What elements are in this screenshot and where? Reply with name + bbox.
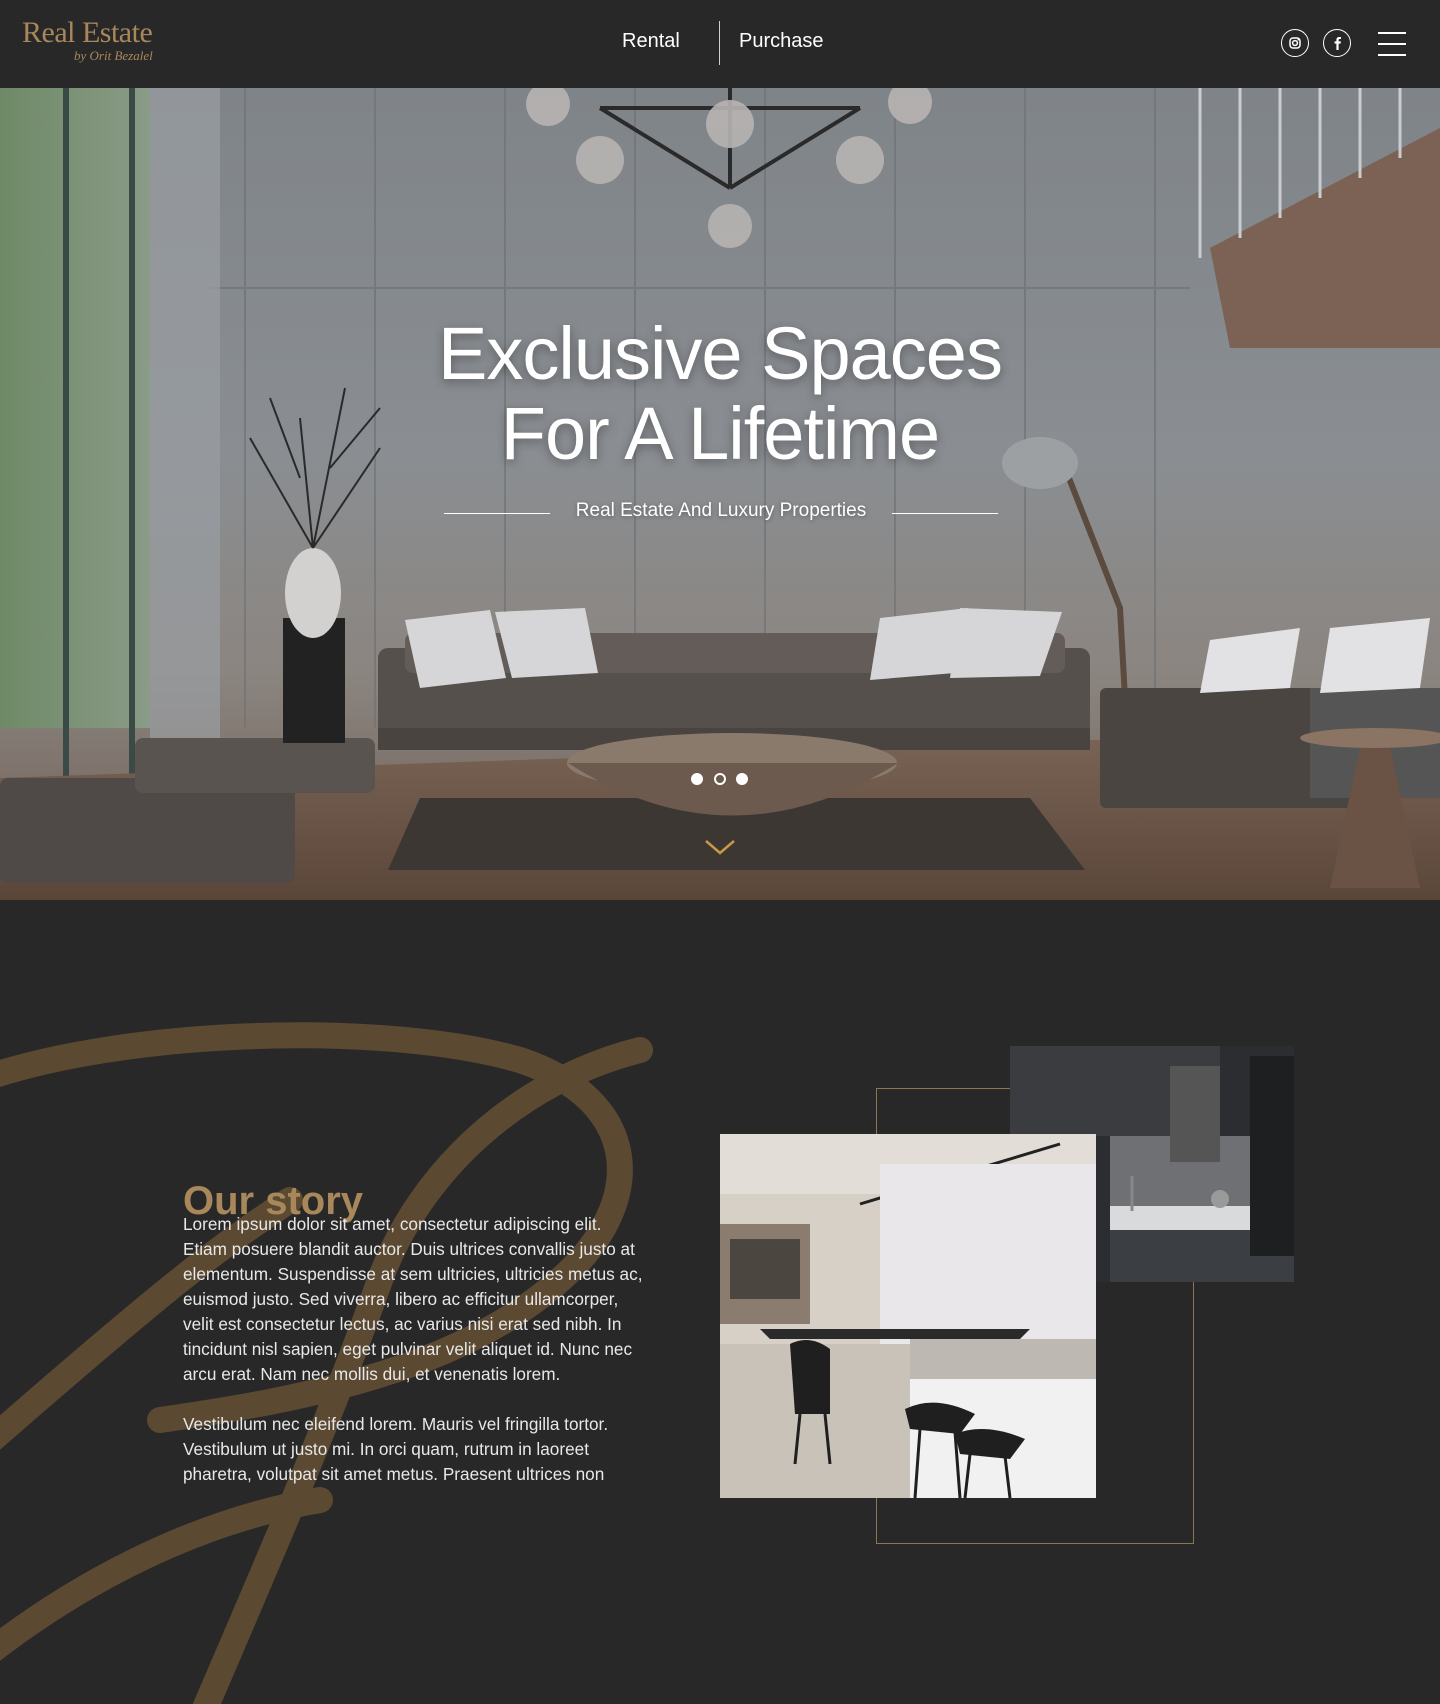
nav-divider [719, 21, 720, 65]
hero-subtitle: Real Estate And Luxury Properties [575, 500, 867, 521]
slider-dot-3[interactable] [736, 773, 748, 785]
slider-dots [691, 773, 751, 787]
subtitle-rule-right [892, 513, 998, 514]
logo[interactable]: Real Estate by Orit Bezalel [22, 12, 172, 68]
slider-dot-2[interactable] [714, 773, 726, 785]
nav-rental-link[interactable]: Rental [622, 30, 680, 53]
hero-subtitle-group: Real Estate And Luxury Properties [444, 498, 998, 528]
story-paragraph: Lorem ipsum dolor sit amet, consectetur … [183, 1214, 643, 1384]
dining-room-photo [720, 1134, 1096, 1498]
facebook-icon[interactable] [1323, 29, 1351, 57]
site-header: Real Estate by Orit Bezalel Rental Purch… [0, 0, 1440, 88]
hero-title: Exclusive Spaces For A Lifetime [0, 314, 1440, 474]
hero-title-line-1: Exclusive Spaces [438, 312, 1003, 395]
hero-banner: Exclusive Spaces For A Lifetime Real Est… [0, 88, 1440, 900]
nav-purchase-link[interactable]: Purchase [739, 30, 824, 53]
chevron-down-icon[interactable] [703, 836, 737, 858]
story-text: Lorem ipsum dolor sit amet, consectetur … [183, 1212, 643, 1514]
logo-subtitle: by Orit Bezalel [74, 48, 153, 63]
story-paragraph: Vestibulum nec eleifend lorem. Mauris ve… [183, 1414, 609, 1484]
slider-dot-1[interactable] [691, 773, 703, 785]
logo-title: Real Estate [22, 16, 153, 49]
instagram-icon[interactable] [1281, 29, 1309, 57]
hero-title-line-2: For A Lifetime [500, 392, 940, 475]
hamburger-menu-icon[interactable] [1378, 32, 1406, 56]
